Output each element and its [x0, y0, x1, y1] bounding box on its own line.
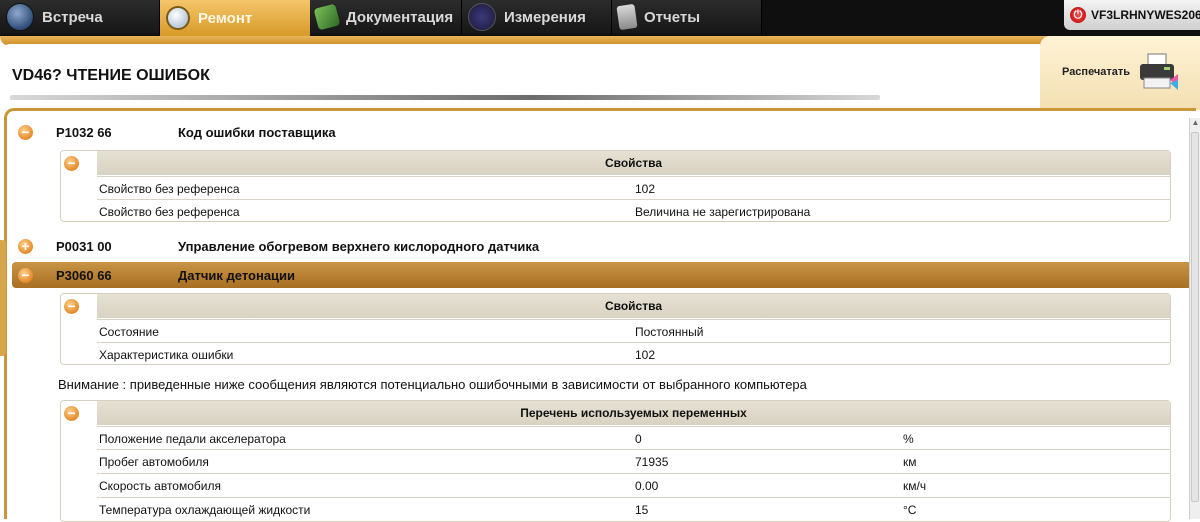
table-row: Скорость автомобиля 0.00 км/ч: [97, 473, 1170, 497]
property-value: 102: [635, 348, 656, 362]
variable-value: 0.00: [635, 479, 659, 493]
page-title: VD46? ЧТЕНИЕ ОШИБОК: [12, 67, 210, 84]
scroll-thumb[interactable]: [1191, 132, 1199, 502]
table-row: Свойство без референса Величина не зарег…: [97, 199, 1170, 223]
vin-badge[interactable]: ⏻ VF3LRHNYWES206: [1064, 0, 1200, 30]
variable-unit: км: [903, 455, 917, 469]
warning-message: Внимание : приведенные ниже сообщения яв…: [58, 377, 807, 392]
variable-value: 71935: [635, 455, 669, 469]
table-row: Состояние Постоянный: [97, 319, 1170, 343]
fault-description[interactable]: Код ошибки поставщика: [178, 125, 336, 140]
panel-header: Перечень используемых переменных: [97, 401, 1170, 425]
property-name: Свойство без референса: [99, 182, 240, 196]
print-label: Распечатать: [1062, 66, 1131, 78]
variable-value: 0: [635, 432, 642, 446]
panel-header: Свойства: [97, 294, 1170, 318]
fault-code[interactable]: P3060 66: [56, 268, 112, 283]
fault-properties-panel: − Свойства Свойство без референса 102 Св…: [60, 150, 1171, 222]
vin-text: VF3LRHNYWES206: [1091, 8, 1200, 22]
table-row: Положение педали акселератора 0 %: [97, 426, 1170, 450]
variable-name: Скорость автомобиля: [99, 479, 221, 493]
tab-label: Измерения: [504, 8, 586, 26]
collapse-icon[interactable]: −: [64, 156, 79, 171]
tab-reports[interactable]: Отчеты: [612, 0, 762, 34]
side-panel-handle[interactable]: [0, 240, 6, 356]
fault-code[interactable]: P1032 66: [56, 125, 112, 140]
property-value: Величина не зарегистрирована: [635, 205, 811, 219]
variable-name: Температура охлаждающей жидкости: [99, 503, 311, 517]
tab-remont[interactable]: Ремонт: [160, 0, 310, 36]
tab-label: Ремонт: [198, 9, 253, 27]
magnifier-icon: [166, 6, 190, 30]
variable-name: Положение педали акселератора: [99, 432, 286, 446]
tab-label: Встреча: [42, 8, 103, 26]
tab-documentation[interactable]: Документация: [310, 0, 462, 34]
fault-description[interactable]: Управление обогревом верхнего кислородно…: [178, 239, 539, 254]
variables-panel: − Перечень используемых переменных Полож…: [60, 400, 1171, 522]
collapse-icon[interactable]: −: [64, 406, 79, 421]
property-name: Состояние: [99, 325, 159, 339]
title-divider: [10, 95, 880, 100]
table-row: Свойство без референса 102: [97, 176, 1170, 200]
book-icon: [313, 3, 341, 31]
property-name: Свойство без референса: [99, 205, 240, 219]
table-row: Температура охлаждающей жидкости 15 °C: [97, 497, 1170, 521]
property-value: Постоянный: [635, 325, 704, 339]
scroll-up-arrow-icon[interactable]: ▲: [1190, 118, 1200, 128]
variable-unit: %: [903, 432, 914, 446]
collapse-icon[interactable]: −: [64, 299, 79, 314]
variable-name: Пробег автомобиля: [99, 455, 209, 469]
tab-measurements[interactable]: Измерения: [462, 0, 612, 34]
variable-value: 15: [635, 503, 649, 517]
globe-icon: [6, 3, 34, 31]
tab-label: Отчеты: [644, 8, 701, 26]
fault-description[interactable]: Датчик детонации: [178, 268, 295, 283]
variable-unit: км/ч: [903, 479, 927, 493]
fault-properties-panel: − Свойства Состояние Постоянный Характер…: [60, 293, 1171, 365]
tab-label: Документация: [346, 8, 454, 26]
vertical-scrollbar[interactable]: ▲: [1189, 118, 1200, 519]
fault-code[interactable]: P0031 00: [56, 239, 112, 254]
panel-header: Свойства: [97, 151, 1170, 175]
printer-icon[interactable]: [1136, 52, 1180, 92]
table-row: Характеристика ошибки 102: [97, 342, 1170, 366]
table-row: Пробег автомобиля 71935 км: [97, 449, 1170, 473]
power-icon[interactable]: ⏻: [1070, 7, 1086, 23]
variable-unit: °C: [903, 503, 917, 517]
tab-vstrecha[interactable]: Встреча: [0, 0, 160, 34]
property-value: 102: [635, 182, 656, 196]
property-name: Характеристика ошибки: [99, 348, 234, 362]
expand-icon[interactable]: +: [18, 239, 33, 254]
collapse-icon[interactable]: −: [18, 125, 33, 140]
top-tab-bar: Встреча Ремонт Документация Измерения От…: [0, 0, 1200, 36]
collapse-icon[interactable]: −: [18, 268, 33, 283]
document-icon: [616, 3, 638, 31]
waveform-icon: [468, 3, 496, 31]
